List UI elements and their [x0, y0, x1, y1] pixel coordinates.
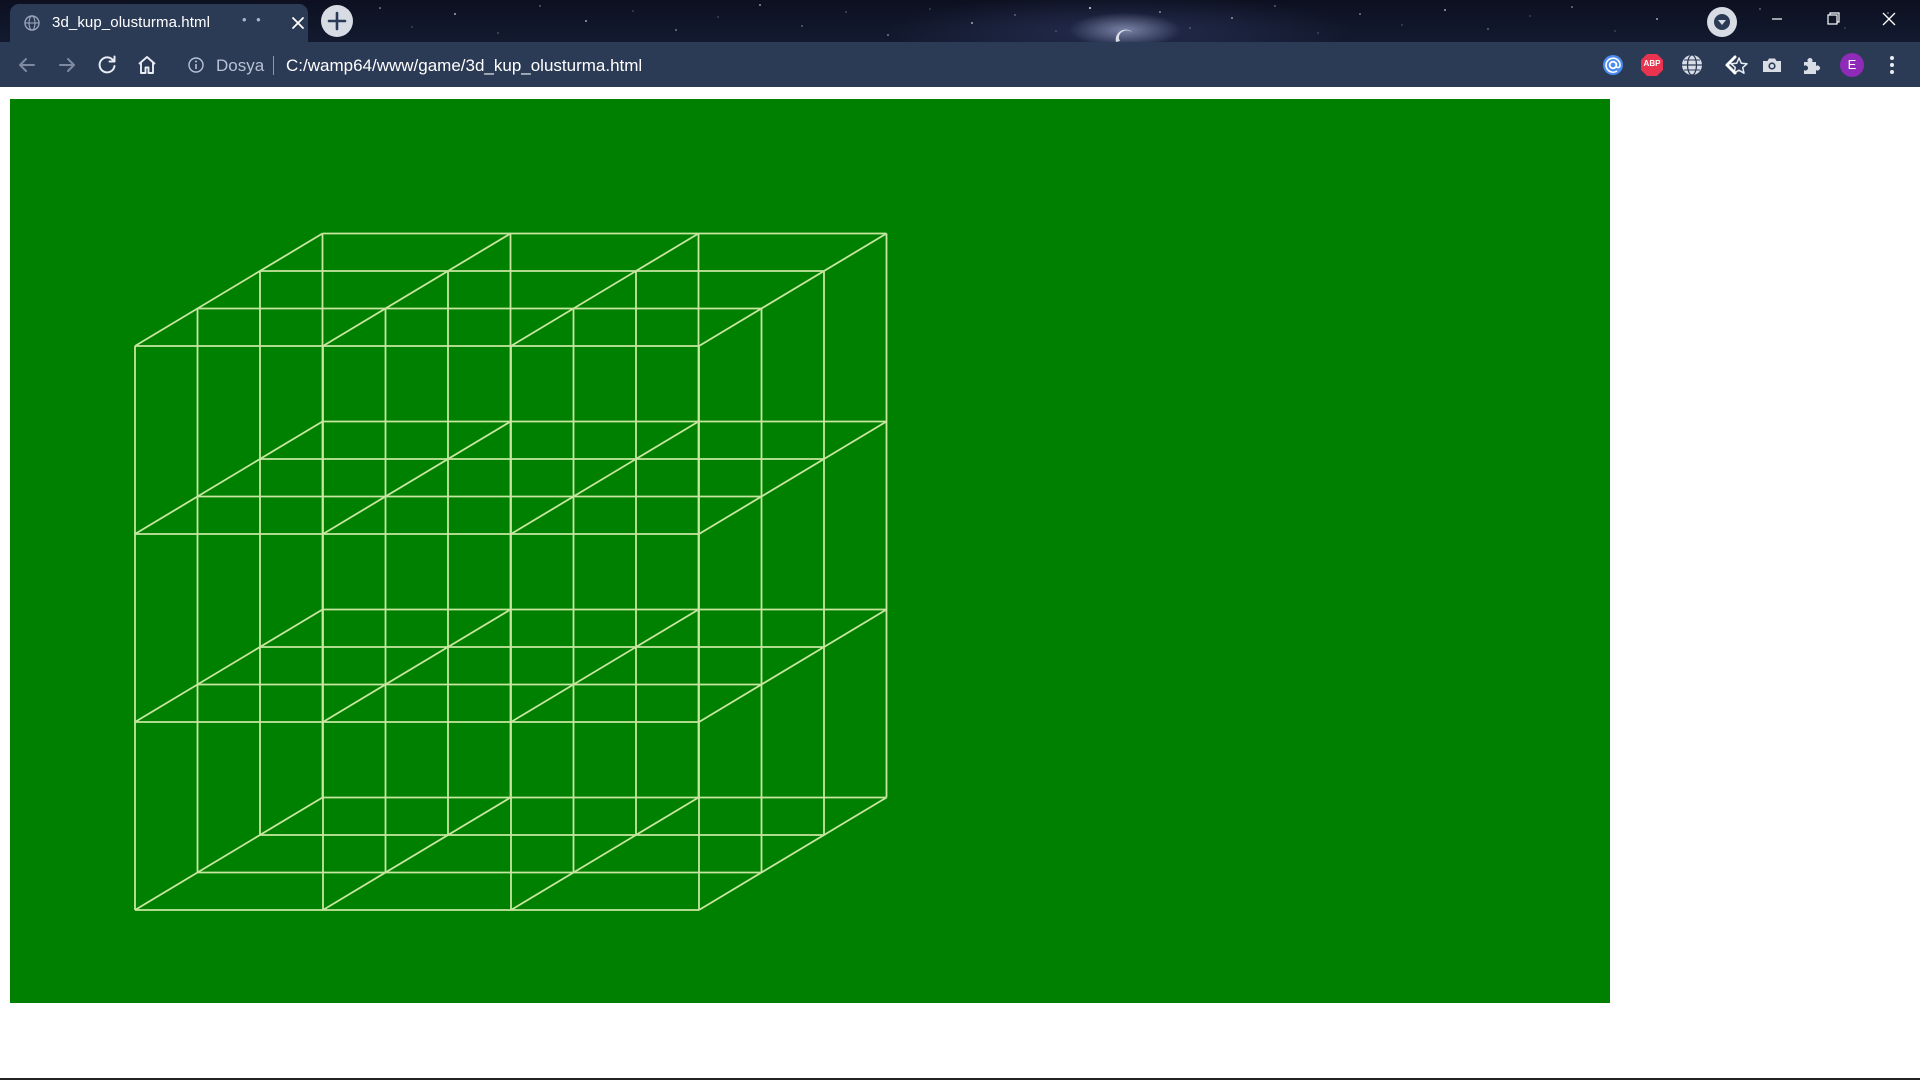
tab-strip: 3d_kup_olusturma.html • • [0, 0, 1920, 42]
extensions-puzzle-icon[interactable] [1800, 53, 1824, 77]
globe-extension-icon[interactable] [1680, 53, 1704, 77]
tab-loading-dots-icon: • • [242, 12, 264, 27]
close-tab-icon[interactable] [288, 13, 308, 33]
kebab-menu-icon[interactable] [1880, 53, 1904, 77]
minimize-icon[interactable] [1754, 0, 1800, 40]
camera-extension-icon[interactable] [1760, 53, 1784, 77]
reload-icon[interactable] [95, 53, 119, 77]
tab-title: 3d_kup_olusturma.html [52, 14, 211, 31]
globe-favicon-icon [24, 15, 40, 31]
forward-arrow-icon[interactable] [55, 53, 79, 77]
new-tab-button[interactable] [321, 5, 353, 37]
at-sign-extension-icon[interactable] [1601, 53, 1625, 77]
url-text[interactable]: C:/wamp64/www/game/3d_kup_olusturma.html [286, 56, 642, 76]
avatar-initial: E [1847, 57, 1857, 72]
address-bar[interactable]: Dosya C:/wamp64/www/game/3d_kup_olusturm… [178, 48, 1748, 82]
home-icon[interactable] [135, 53, 159, 77]
canvas-background [10, 99, 1610, 1003]
profile-avatar[interactable]: E [1840, 53, 1864, 77]
game-canvas[interactable] [10, 99, 1610, 1003]
restore-icon[interactable] [1810, 0, 1856, 40]
back-arrow-icon[interactable] [15, 53, 39, 77]
browser-toolbar: Dosya C:/wamp64/www/game/3d_kup_olusturm… [0, 42, 1920, 87]
plus-icon [327, 11, 347, 31]
scheme-label: Dosya [216, 56, 265, 75]
chevron-left-extension-icon[interactable] [1720, 53, 1744, 77]
page-content [0, 87, 1920, 1080]
adblock-plus-icon[interactable]: ABP [1640, 53, 1664, 77]
info-icon[interactable] [188, 57, 204, 73]
tab-active[interactable]: 3d_kup_olusturma.html • • [10, 4, 308, 42]
moon-wallpaper-icon [1115, 29, 1134, 42]
tab-search-icon[interactable] [1706, 6, 1738, 38]
adblock-label: ABP [1643, 59, 1661, 68]
close-window-icon[interactable] [1866, 0, 1912, 40]
address-separator [273, 56, 274, 75]
